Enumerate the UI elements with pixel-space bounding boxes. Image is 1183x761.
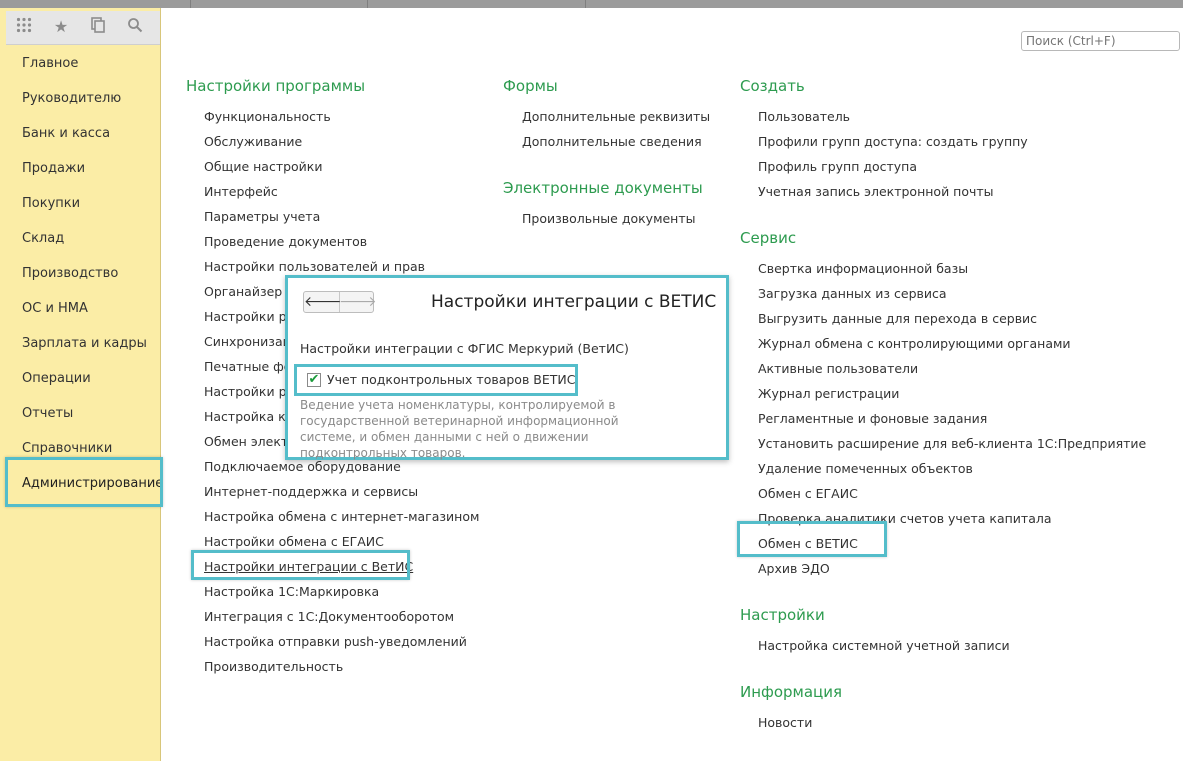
nav-link[interactable]: Органайзер xyxy=(204,284,282,299)
group-title: Информация xyxy=(740,683,843,701)
nav-link[interactable]: Профиль групп доступа xyxy=(758,159,917,174)
nav-link[interactable]: Настройки пользователей и прав xyxy=(204,259,425,274)
nav-buttons: 🡐 🡒 xyxy=(303,291,377,313)
nav-link[interactable]: Параметры учета xyxy=(204,209,320,224)
nav-link[interactable]: Удаление помеченных объектов xyxy=(758,461,973,476)
nav-link[interactable]: Функциональность xyxy=(204,109,331,124)
checkbox-label[interactable]: Учет подконтрольных товаров ВЕТИС xyxy=(327,372,575,387)
tab-divider xyxy=(585,0,586,8)
nav-link[interactable]: Профили групп доступа: создать группу xyxy=(758,134,1028,149)
section-item[interactable]: ОС и НМА xyxy=(22,301,88,316)
nav-link[interactable]: Установить расширение для веб-клиента 1С… xyxy=(758,436,1146,451)
nav-link[interactable]: Настройка обмена с интернет-магазином xyxy=(204,509,479,524)
group-title: Настройки программы xyxy=(186,77,366,95)
section-item[interactable]: Склад xyxy=(22,231,64,246)
group-title: Электронные документы xyxy=(503,179,703,197)
top-strip xyxy=(0,0,1183,8)
nav-link[interactable]: Архив ЭДО xyxy=(758,561,830,576)
nav-link[interactable]: Выгрузить данные для перехода в сервис xyxy=(758,311,1037,326)
nav-link[interactable]: Учетная запись электронной почты xyxy=(758,184,994,199)
forward-button[interactable]: 🡒 xyxy=(339,292,377,312)
highlight-frame xyxy=(191,550,410,580)
search-icon[interactable] xyxy=(125,17,145,37)
sections-panel: ★ Главное Руководителю Банк и касса Прод… xyxy=(0,8,163,761)
checkmark-icon: ✔ xyxy=(308,372,320,387)
popup-title: Настройки интеграции с ВЕТИС xyxy=(431,292,717,312)
history-icon[interactable] xyxy=(88,17,108,37)
highlight-frame xyxy=(737,521,887,557)
nav-link[interactable]: Дополнительные реквизиты xyxy=(522,109,710,124)
group-title: Формы xyxy=(503,77,558,95)
nav-link[interactable]: Настройка 1С:Маркировка xyxy=(204,584,379,599)
section-item[interactable]: Главное xyxy=(22,56,78,71)
vetis-checkbox[interactable]: ✔ xyxy=(307,373,321,387)
tab-divider xyxy=(190,0,191,8)
nav-link[interactable]: Обмен с ЕГАИС xyxy=(758,486,858,501)
section-item[interactable]: Отчеты xyxy=(22,406,73,421)
section-item[interactable]: Производство xyxy=(22,266,118,281)
nav-link[interactable]: Настройка ко xyxy=(204,409,293,424)
vetis-settings-popup: 🡐 🡒 Настройки интеграции с ВЕТИС Настрой… xyxy=(285,275,729,460)
section-item[interactable]: Операции xyxy=(22,371,91,386)
section-item[interactable]: Справочники xyxy=(22,441,112,456)
nav-link[interactable]: Журнал обмена с контролирующими органами xyxy=(758,336,1071,351)
nav-link[interactable]: Загрузка данных из сервиса xyxy=(758,286,947,301)
search-input[interactable] xyxy=(1021,31,1180,51)
nav-link[interactable]: Пользователь xyxy=(758,109,850,124)
nav-link[interactable]: Обмен элект xyxy=(204,434,288,449)
nav-link[interactable]: Произвольные документы xyxy=(522,211,696,226)
nav-link[interactable]: Проведение документов xyxy=(204,234,367,249)
nav-link[interactable]: Свертка информационной базы xyxy=(758,261,968,276)
section-item[interactable]: Банк и касса xyxy=(22,126,110,141)
highlight-frame xyxy=(5,457,163,507)
group-title: Сервис xyxy=(740,229,797,247)
panel-toolbar: ★ xyxy=(6,11,160,45)
section-item[interactable]: Покупки xyxy=(22,196,80,211)
tab-divider xyxy=(367,0,368,8)
nav-link[interactable]: Журнал регистрации xyxy=(758,386,899,401)
nav-link[interactable]: Печатные фо xyxy=(204,359,291,374)
nav-link[interactable]: Общие настройки xyxy=(204,159,322,174)
group-title: Создать xyxy=(740,77,805,95)
arrow-right-icon: 🡒 xyxy=(339,294,377,310)
group-title: Настройки xyxy=(740,606,825,624)
nav-link[interactable]: Интернет-поддержка и сервисы xyxy=(204,484,418,499)
back-button[interactable]: 🡐 xyxy=(304,292,342,312)
nav-link[interactable]: Дополнительные сведения xyxy=(522,134,702,149)
section-item[interactable]: Руководителю xyxy=(22,91,121,106)
nav-link[interactable]: Настройки ра xyxy=(204,309,294,324)
nav-link[interactable]: Производительность xyxy=(204,659,343,674)
nav-link[interactable]: Интерфейс xyxy=(204,184,278,199)
popup-subtitle: Настройки интеграции с ФГИС Меркурий (Ве… xyxy=(300,341,629,356)
nav-link[interactable]: Подключаемое оборудование xyxy=(204,459,401,474)
nav-link[interactable]: Регламентные и фоновые задания xyxy=(758,411,987,426)
star-icon[interactable]: ★ xyxy=(51,17,71,37)
nav-link[interactable]: Настройка системной учетной записи xyxy=(758,638,1010,653)
nav-link[interactable]: Настройка отправки push-уведомлений xyxy=(204,634,467,649)
nav-link[interactable]: Обслуживание xyxy=(204,134,302,149)
nav-link[interactable]: Настройки обмена с ЕГАИС xyxy=(204,534,384,549)
section-item[interactable]: Продажи xyxy=(22,161,85,176)
nav-link[interactable]: Новости xyxy=(758,715,812,730)
arrow-left-icon: 🡐 xyxy=(304,294,342,310)
vetis-checkbox-row: ✔ Учет подконтрольных товаров ВЕТИС xyxy=(294,364,578,396)
nav-link[interactable]: Активные пользователи xyxy=(758,361,918,376)
nav-link[interactable]: Интеграция с 1С:Документооборотом xyxy=(204,609,454,624)
nav-link[interactable]: Настройки ре xyxy=(204,384,294,399)
section-item[interactable]: Зарплата и кадры xyxy=(22,336,147,351)
checkbox-description: Ведение учета номенклатуры, контролируем… xyxy=(300,398,619,460)
apps-grid-icon[interactable] xyxy=(14,17,34,37)
